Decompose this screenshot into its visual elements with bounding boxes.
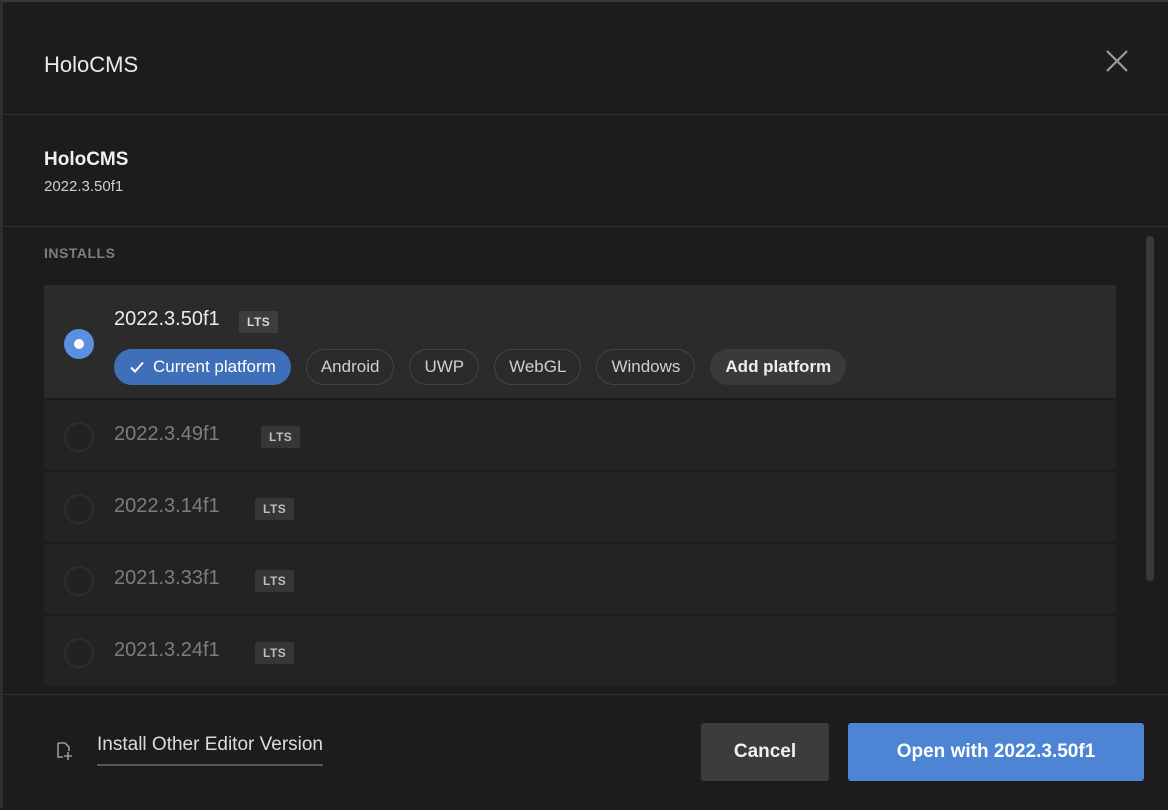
installs-heading: INSTALLS (44, 245, 116, 261)
radio-unselected[interactable] (64, 638, 94, 668)
lts-badge: LTS (261, 426, 301, 448)
radio-selected[interactable] (64, 329, 94, 359)
chip-label: UWP (424, 357, 465, 376)
installs-list: 2022.3.50f1 LTS Current platform Android… (44, 285, 1116, 688)
lts-badge: LTS (255, 642, 295, 664)
radio-unselected[interactable] (64, 566, 94, 596)
project-name: HoloCMS (44, 149, 129, 170)
install-other-label: Install Other Editor Version (97, 734, 323, 766)
chip-uwp[interactable]: UWP (409, 349, 480, 385)
dialog-header: HoloCMS (3, 2, 1168, 115)
lts-badge: LTS (255, 498, 295, 520)
chip-label: Android (320, 357, 380, 376)
install-version: 2022.3.49f1 (114, 423, 220, 445)
check-icon (130, 361, 144, 373)
radio-unselected[interactable] (64, 422, 94, 452)
close-button[interactable] (1104, 48, 1130, 74)
install-version: 2021.3.24f1 (114, 639, 220, 661)
project-version: 2022.3.50f1 (44, 178, 124, 195)
chip-android[interactable]: Android (305, 349, 395, 385)
close-icon (1106, 50, 1128, 72)
chip-windows[interactable]: Windows (596, 349, 696, 385)
open-project-dialog: HoloCMS HoloCMS 2022.3.50f1 INSTALLS 202… (0, 0, 1168, 810)
chip-current-platform[interactable]: Current platform (114, 349, 291, 385)
install-version: 2021.3.33f1 (114, 567, 220, 589)
add-editor-icon (57, 742, 72, 760)
dialog-title: HoloCMS (44, 52, 139, 77)
open-with-button[interactable]: Open with 2022.3.50f1 (848, 723, 1144, 781)
radio-unselected[interactable] (64, 494, 94, 524)
install-version: 2022.3.50f1 (114, 308, 220, 330)
install-row-selected[interactable]: 2022.3.50f1 LTS Current platform Android… (44, 285, 1116, 400)
install-version: 2022.3.14f1 (114, 495, 220, 517)
lts-badge: LTS (239, 311, 279, 333)
install-row[interactable]: 2022.3.49f1 LTS (44, 400, 1116, 472)
install-row[interactable]: 2021.3.24f1 LTS (44, 616, 1116, 688)
add-platform-button[interactable]: Add platform (710, 349, 847, 385)
platform-chips: Current platform Android UWP WebGL Windo… (114, 349, 847, 385)
dialog-footer: Install Other Editor Version Cancel Open… (3, 694, 1168, 810)
project-info: HoloCMS 2022.3.50f1 (3, 115, 1168, 227)
cancel-button[interactable]: Cancel (701, 723, 829, 781)
installs-scrollbar[interactable] (1146, 236, 1154, 581)
installs-section: INSTALLS 2022.3.50f1 LTS Current platfor… (3, 228, 1168, 694)
chip-label: Current platform (153, 357, 276, 376)
install-row[interactable]: 2022.3.14f1 LTS (44, 472, 1116, 544)
chip-webgl[interactable]: WebGL (494, 349, 582, 385)
install-row[interactable]: 2021.3.33f1 LTS (44, 544, 1116, 616)
install-other-editor-link[interactable]: Install Other Editor Version (53, 734, 323, 766)
chip-label: WebGL (509, 357, 567, 376)
chip-label: Windows (611, 357, 681, 376)
lts-badge: LTS (255, 570, 295, 592)
